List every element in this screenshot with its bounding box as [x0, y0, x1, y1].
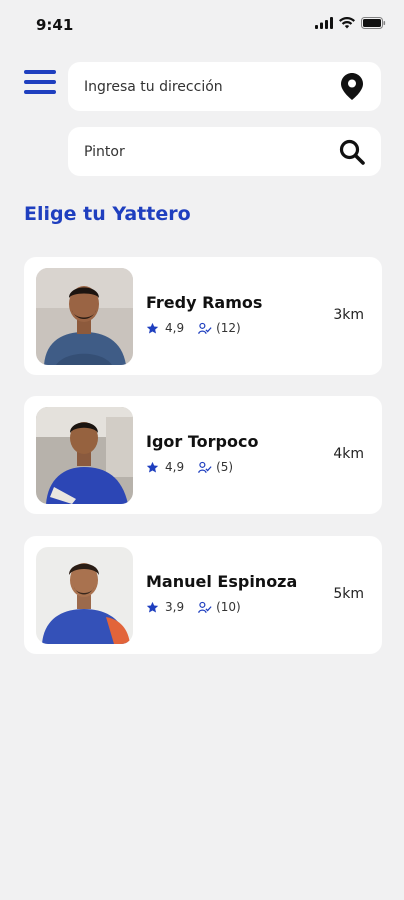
menu-button[interactable] [24, 70, 56, 100]
signal-icon [315, 17, 333, 29]
wifi-icon [339, 17, 355, 29]
worker-jobs: (12) [216, 321, 241, 335]
menu-icon [24, 70, 56, 94]
worker-name: Manuel Espinoza [146, 572, 298, 591]
status-time: 9:41 [36, 16, 74, 34]
worker-jobs: (10) [216, 600, 241, 614]
worker-distance: 4km [333, 446, 364, 462]
search-field[interactable] [68, 127, 381, 176]
search-icon [339, 139, 365, 165]
jobs-icon [198, 461, 212, 473]
worker-meta: 4,9 (5) [146, 460, 233, 474]
jobs-icon [198, 601, 212, 613]
star-icon [146, 322, 159, 334]
search-button[interactable] [339, 139, 365, 165]
section-title: Elige tu Yattero [24, 203, 191, 225]
worker-card[interactable]: Igor Torpoco 4,9 (5) 4km [24, 396, 382, 514]
worker-name: Fredy Ramos [146, 293, 263, 312]
worker-photo [36, 547, 133, 644]
worker-rating: 4,9 [165, 460, 185, 474]
search-input[interactable] [84, 143, 339, 160]
worker-jobs: (5) [216, 460, 234, 474]
worker-photo [36, 268, 133, 365]
status-icons [315, 17, 386, 29]
location-button[interactable] [339, 73, 365, 100]
star-icon [146, 601, 159, 613]
worker-meta: 3,9 (10) [146, 600, 241, 614]
worker-rating: 4,9 [165, 321, 185, 335]
jobs-icon [198, 322, 212, 334]
worker-name: Igor Torpoco [146, 432, 259, 451]
worker-photo [36, 407, 133, 504]
address-field[interactable] [68, 62, 381, 111]
address-input[interactable] [84, 78, 339, 95]
location-pin-icon [341, 73, 363, 100]
status-bar: 9:41 [0, 0, 404, 50]
worker-card[interactable]: Manuel Espinoza 3,9 (10) 5km [24, 536, 382, 654]
worker-distance: 5km [333, 586, 364, 602]
worker-meta: 4,9 (12) [146, 321, 241, 335]
battery-icon [361, 17, 386, 29]
worker-rating: 3,9 [165, 600, 185, 614]
worker-card[interactable]: Fredy Ramos 4,9 (12) 3km [24, 257, 382, 375]
worker-distance: 3km [333, 307, 364, 323]
star-icon [146, 461, 159, 473]
